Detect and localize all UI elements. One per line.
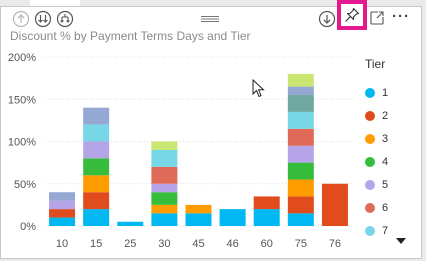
y-tick-label: 50% (14, 179, 36, 191)
bar-segment (49, 209, 76, 218)
legend-label: 4 (382, 156, 389, 168)
legend-label: 3 (382, 133, 389, 145)
legend-title: Tier (365, 57, 386, 71)
y-tick-label: 0% (20, 221, 36, 233)
bar-segment (151, 141, 178, 150)
legend-label: 1 (382, 87, 389, 99)
x-tick-label: 75 (295, 238, 307, 250)
bar-segment (83, 124, 110, 142)
legend-label: 7 (382, 225, 389, 237)
bar-segment (117, 221, 144, 226)
bar-segment (253, 196, 280, 210)
legend-label: 6 (382, 202, 389, 214)
bar-segment (151, 166, 178, 184)
x-tick-label: 76 (329, 238, 341, 250)
bar-segment (185, 213, 212, 226)
bar-segment (83, 209, 110, 226)
bar-segment (321, 183, 348, 226)
bar-segment (287, 213, 314, 226)
x-tick-label: 15 (90, 238, 102, 250)
bar-segment (151, 213, 178, 226)
bar-segment (287, 179, 314, 197)
y-tick-label: 100% (8, 137, 36, 149)
bar-segment (49, 217, 76, 226)
x-tick-label: 45 (192, 238, 204, 250)
bar-segment (219, 209, 246, 226)
mouse-pointer-icon (252, 79, 265, 98)
x-tick-label: 10 (56, 238, 68, 250)
y-tick-label: 150% (8, 94, 36, 106)
bar-segment (49, 192, 76, 201)
bar-chart: 0% 50% 100% 150% 200% 10 15 25 30 45 46 60 75 76 (8, 52, 352, 250)
bar-segment (287, 128, 314, 146)
bar-segment (287, 111, 314, 129)
bar-segment (287, 95, 314, 112)
bar-segment (83, 175, 110, 193)
legend-swatch (365, 134, 375, 144)
bar-segment (287, 86, 314, 96)
legend-swatch (365, 203, 375, 213)
bar-segment (151, 192, 178, 205)
legend-label: 2 (382, 110, 389, 122)
y-tick-label: 200% (8, 52, 36, 64)
bar-segment (253, 209, 280, 226)
legend-swatch (365, 111, 375, 121)
x-tick-label: 46 (226, 238, 238, 250)
bar-segment (151, 204, 178, 214)
bar-segment (83, 141, 110, 159)
bar-segment (83, 158, 110, 176)
bar-segment (83, 192, 110, 210)
legend-swatch (365, 226, 375, 236)
triangle-down-icon[interactable] (396, 237, 406, 245)
x-tick-label: 30 (158, 238, 170, 250)
legend-swatch (365, 157, 375, 167)
bar-segment (185, 204, 212, 214)
bar-segment (151, 149, 178, 167)
bar-segment (287, 145, 314, 163)
legend-swatch (365, 180, 375, 190)
legend-label: 5 (382, 179, 389, 191)
x-tick-label: 60 (261, 238, 273, 250)
legend-swatch (365, 88, 375, 98)
bar-segment (49, 200, 76, 210)
x-tick-label: 25 (124, 238, 136, 250)
bar-segment (151, 183, 178, 193)
bar-segment (287, 162, 314, 180)
bar-segment (287, 73, 314, 87)
bar-segment (287, 196, 314, 214)
bar-segment (83, 107, 110, 125)
